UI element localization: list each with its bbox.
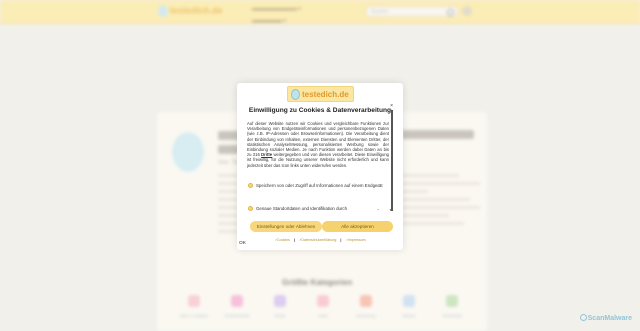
accept-all-button[interactable]: Alle akzeptieren: [322, 221, 393, 232]
chevron-down-icon[interactable]: ⌄: [376, 206, 380, 212]
imprint-link[interactable]: Impressum: [345, 238, 365, 242]
privacy-policy-link[interactable]: Datenschutzerklärung: [299, 238, 336, 242]
cookies-link[interactable]: Cookies: [274, 238, 290, 242]
purpose-item-device-storage[interactable]: Speichern von oder Zugriff auf Informati…: [248, 183, 390, 189]
chevron-down-icon[interactable]: ⌄: [376, 183, 380, 189]
dialog-scrollbar[interactable]: [391, 110, 393, 211]
mascot-icon: [291, 89, 300, 100]
dialog-logo: testedich.de: [287, 86, 354, 102]
info-icon: [248, 183, 253, 188]
scanmalware-watermark: ScanMalware: [579, 314, 632, 322]
settings-or-reject-button[interactable]: Einstellungen oder Ablehnen: [250, 221, 322, 232]
footer-links: Cookies|Datenschutzerklärung|Impressum: [237, 238, 403, 242]
purpose-item-location-data[interactable]: Genaue Standortdaten und Identifikation …: [248, 206, 390, 212]
shield-icon: [579, 314, 587, 321]
dialog-title: Einwilligung zu Cookies & Datenverarbeit…: [248, 107, 392, 114]
location-pin-icon: [248, 206, 253, 211]
dialog-body-text: Auf dieser Website nutzen wir Cookies un…: [247, 121, 389, 168]
cookie-consent-dialog: testedich.de × ▲ Einwilligung zu Cookies…: [237, 83, 403, 250]
